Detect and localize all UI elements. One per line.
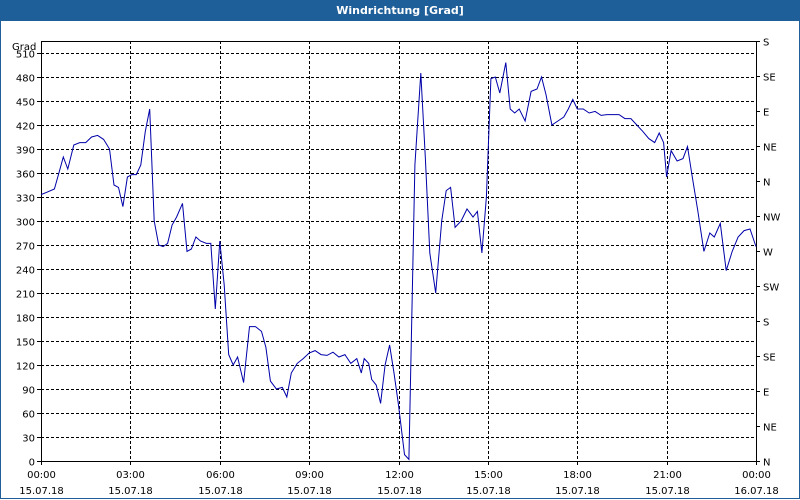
compass-tick-label: N [763, 458, 770, 469]
x-tick-time: 21:00 [653, 470, 682, 481]
x-tick-date: 15.07.18 [645, 486, 690, 497]
x-tick-date: 16.07.18 [734, 486, 779, 497]
x-tick-date: 15.07.18 [108, 486, 153, 497]
y-tick-label: 270 [16, 242, 35, 253]
compass-tick-labels: N NE E SE S SW W NW N NE E SE S [763, 38, 780, 469]
y-tick-label: 150 [16, 338, 35, 349]
compass-tick-label: W [763, 248, 773, 259]
x-tick-date: 15.07.18 [377, 486, 422, 497]
x-tick-time: 09:00 [295, 470, 324, 481]
x-tick-time: 00:00 [742, 470, 771, 481]
x-tick-time: 03:00 [116, 470, 145, 481]
compass-tick-label: SE [763, 353, 776, 364]
y-tick-labels: 0 30 60 90 120 150 180 210 240 270 300 330 360 390 420… [16, 50, 35, 469]
compass-tick-label: S [763, 38, 769, 49]
x-tick-date: 15.07.18 [555, 486, 600, 497]
y-tick-label: 390 [16, 146, 35, 157]
compass-tick-label: NE [763, 423, 777, 434]
x-tick-time: 12:00 [385, 470, 414, 481]
y-tick-label: 90 [22, 386, 35, 397]
x-tick-date: 15.07.18 [466, 486, 511, 497]
x-tick-labels: 00:00 15.07.18 03:00 15.07.18 06:00 15.07.18 0… [19, 470, 779, 497]
y-tick-label: 360 [16, 170, 35, 181]
y-tick-label: 420 [16, 122, 35, 133]
y-tick-label: 510 [16, 50, 35, 61]
x-tick-time: 06:00 [206, 470, 235, 481]
x-tick-date: 15.07.18 [19, 486, 64, 497]
y-tick-label: 450 [16, 98, 35, 109]
y-tick-label: 0 [29, 458, 35, 469]
compass-tick-label: SW [763, 283, 779, 294]
y-tick-label: 60 [22, 410, 35, 421]
compass-tick-label: SE [763, 73, 776, 84]
y-tick-label: 480 [16, 74, 35, 85]
x-tick-time: 18:00 [563, 470, 592, 481]
y-tick-label: 180 [16, 314, 35, 325]
wind-direction-chart: Grad 03060901201501802102402703003303603… [12, 38, 780, 498]
x-tick-time: 00:00 [27, 470, 56, 481]
y-tick-label: 300 [16, 218, 35, 229]
compass-tick-label: NW [763, 213, 780, 224]
grid [41, 41, 756, 461]
y-tick-label: 240 [16, 266, 35, 277]
series-line [40, 62, 757, 461]
y-tick-label: 120 [16, 362, 35, 373]
compass-tick-label: E [763, 388, 769, 399]
y-tick-label: 210 [16, 290, 35, 301]
compass-tick-label: S [763, 318, 769, 329]
compass-tick-label: N [763, 178, 770, 189]
x-tick-date: 15.07.18 [287, 486, 332, 497]
y-tick-label: 330 [16, 194, 35, 205]
compass-tick-label: E [763, 108, 769, 119]
y-tick-label: 30 [22, 434, 35, 445]
x-tick-date: 15.07.18 [198, 486, 243, 497]
x-tick-time: 15:00 [474, 470, 503, 481]
compass-tick-label: NE [763, 143, 777, 154]
